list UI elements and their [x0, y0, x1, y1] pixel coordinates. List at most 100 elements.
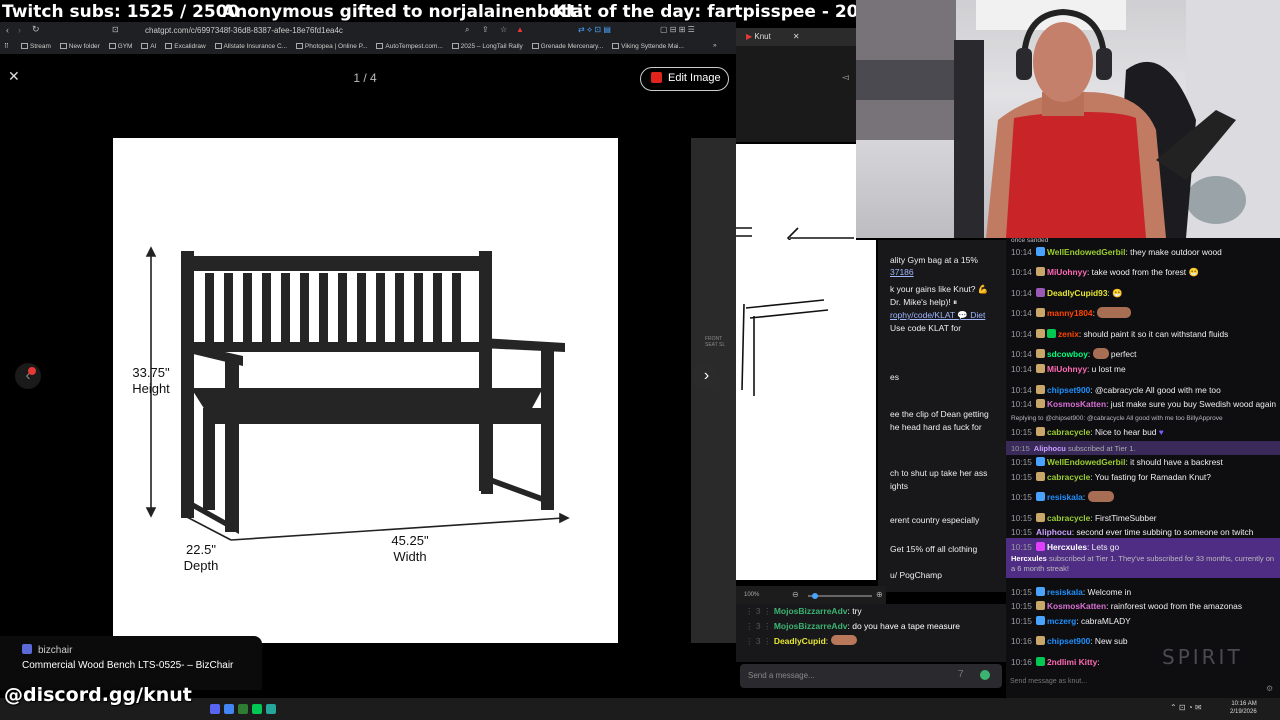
- mid-toolbar: ◅: [736, 46, 856, 142]
- forward-icon[interactable]: ›: [18, 25, 21, 35]
- extension-icon[interactable]: ▲: [516, 25, 524, 34]
- chat-message: 10:15 Aliphocu: second ever time subbing …: [1011, 527, 1254, 537]
- more-bookmarks-icon[interactable]: »: [713, 42, 717, 49]
- bookmark-item[interactable]: Viking Syttende Mai...: [612, 43, 684, 50]
- bookmark-item[interactable]: AutoTempest.com...: [376, 43, 443, 50]
- peek-label: FRONT SEAT SL: [705, 336, 726, 348]
- next-image-preview[interactable]: FRONT SEAT SL: [691, 138, 736, 643]
- share-icon[interactable]: ⇪: [482, 25, 489, 34]
- chat-fragment: Dr. Mike's help)! ⏸: [890, 297, 958, 307]
- reload-icon[interactable]: ↻: [32, 24, 40, 35]
- chat-message: 10:16 2ndlimi Kitty:: [1011, 657, 1100, 667]
- emote-icon: [830, 635, 857, 645]
- pdf-icon: [651, 72, 662, 83]
- chat-message: ⋮ 3 ⋮ DeadlyCupid:: [736, 634, 1006, 649]
- bookmark-star-icon[interactable]: ☆: [500, 25, 507, 34]
- chrome-icon: [224, 704, 234, 714]
- taskbar-apps[interactable]: [210, 698, 280, 719]
- streamer-video: [856, 0, 1280, 240]
- close-icon[interactable]: ✕: [8, 68, 20, 85]
- url-bar[interactable]: chatgpt.com/c/6997348f-36d8-8387-afee-18…: [145, 26, 343, 35]
- whiteboard-top: [736, 144, 856, 249]
- send-icon[interactable]: ◅: [842, 72, 849, 83]
- chat-message: 10:15 WellEndowedGerbil: it should have a…: [1011, 457, 1223, 467]
- bizchair-logo-icon: [22, 644, 32, 654]
- bookmark-item[interactable]: GYM: [108, 43, 132, 50]
- subs-goal: Twitch subs: 1525 / 2500: [2, 2, 240, 22]
- chat-fragment: es: [890, 372, 899, 382]
- 7tv-icon[interactable]: 7: [958, 669, 964, 680]
- width-value: 45.25": [391, 533, 429, 548]
- chat-message: 10:15 KosmosKatten: rainforest wood from …: [1011, 601, 1243, 611]
- next-image-button[interactable]: ›: [693, 363, 720, 390]
- chat-message: 10:14 KosmosKatten: just make sure you bu…: [1011, 399, 1277, 409]
- spirit-watermark: SPIRIT: [1162, 645, 1243, 669]
- chat-message: 10:15 resiskala:: [1011, 491, 1114, 504]
- toolbar-icons[interactable]: ▢ ⊟ ⊞ ☰: [660, 25, 695, 34]
- image-caption[interactable]: bizchair Commercial Wood Bench LTS-0525-…: [0, 636, 262, 690]
- sub-notice: 10:15 Aliphocu subscribed at Tier 1.: [1011, 444, 1136, 453]
- back-icon[interactable]: ‹: [6, 25, 9, 35]
- bookmark-item[interactable]: Allstate Insurance C...: [214, 43, 287, 50]
- webcam-feed: [856, 0, 1280, 240]
- browser-tab[interactable]: ▶ Knut ✕: [736, 28, 856, 46]
- chat-message: 10:14 zenix: should paint it so it can wi…: [1011, 329, 1229, 339]
- depth-label: Depth: [184, 558, 219, 573]
- chat-message: 10:14 sdcowboy: perfect: [1011, 348, 1137, 359]
- chat-message: ⋮ 3 ⋮ MojosBizzarreAdv: try: [745, 606, 862, 616]
- settings-gear-icon[interactable]: ⚙: [1266, 684, 1273, 693]
- bookmark-item[interactable]: Excalidraw: [165, 43, 206, 50]
- tab-close-icon: ✕: [792, 32, 800, 41]
- resub-notice: Hercxules subscribed at Tier 1. They've …: [1011, 554, 1275, 573]
- gift-alert: Anonymous gifted to norjalainenbotti: [222, 2, 583, 22]
- product-image: 33.75" Height 22.5" Depth 45.25" Width: [113, 138, 618, 643]
- image-viewer: ✕ 1 / 4 Edit Image ‹ 33.75" Height 22.5"…: [0, 54, 736, 694]
- chat-fragment: Get 15% off all clothing: [890, 544, 978, 554]
- chat-input[interactable]: Send message as knut...: [1010, 678, 1087, 685]
- bookmark-item[interactable]: AI: [141, 43, 156, 50]
- stream-ticker: Twitch subs: 1525 / 2500 Anonymous gifte…: [0, 0, 856, 24]
- search-icon[interactable]: ⌕: [465, 25, 469, 35]
- system-clock[interactable]: 10:16 AM 2/19/2026: [1230, 700, 1257, 716]
- discord-overlay: @discord.gg/knut: [4, 684, 192, 706]
- zoom-out-icon[interactable]: ⊖: [792, 590, 799, 599]
- record-indicator-icon: [28, 367, 36, 375]
- site-info-icon[interactable]: ⊡: [112, 25, 119, 34]
- bookmark-item[interactable]: 2025 – LongTail Rally: [451, 43, 523, 50]
- chat-message: 10:15 mczerg: cabraMLADY: [1011, 616, 1131, 626]
- extensions-icon[interactable]: ⇄ ⟡ ⊡ ▤: [578, 25, 611, 35]
- taskbar: ⌃ ⊡ ◔ ✉: [0, 698, 1280, 720]
- chat-fragment: k your gains like Knut? 💪: [890, 284, 989, 294]
- chat-message: 10:14 DeadlyCupid93: 😁: [1011, 288, 1123, 298]
- chat-fragment: ality Gym bag at a 15%: [890, 255, 978, 265]
- bookmark-item[interactable]: New folder: [59, 43, 100, 50]
- klat-of-day: Klat of the day: fartpisspee - 200: [553, 2, 856, 22]
- bookmarks-bar: ⠿ Stream New folder GYM AI Excalidraw Al…: [0, 40, 736, 54]
- chat-fragment: ights: [890, 481, 908, 491]
- zoom-slider-handle[interactable]: [812, 593, 818, 599]
- mid-chat-input[interactable]: Send a message... 7: [740, 664, 1002, 688]
- chat-message: 10:15 resiskala: Welcome in: [1011, 587, 1132, 597]
- previous-image-button[interactable]: ‹: [15, 363, 41, 389]
- chat-message: 10:15 cabracycle: FirstTimeSubber: [1011, 513, 1157, 523]
- chat-message: 10:14 chipset900: @cabracycle All good wi…: [1011, 385, 1221, 395]
- zoom-level[interactable]: 100%: [744, 592, 759, 598]
- chat-message: 10:15 cabracycle: You fasting for Ramadan…: [1011, 472, 1211, 482]
- chat-fragment: erent country especially: [890, 515, 980, 525]
- bookmark-item[interactable]: Photopea | Online P...: [295, 43, 368, 50]
- apps-icon[interactable]: ⠿: [4, 42, 9, 50]
- width-label: Width: [393, 549, 426, 564]
- zoom-in-icon[interactable]: ⊕: [876, 590, 883, 599]
- app-icon: [252, 704, 262, 714]
- edit-image-button[interactable]: Edit Image: [640, 67, 729, 91]
- emoji-icon[interactable]: [980, 670, 990, 680]
- chat-fragment: he head hard as fuck for: [890, 422, 982, 432]
- caption-title: Commercial Wood Bench LTS-0525- – BizCha…: [22, 660, 234, 671]
- bookmark-item[interactable]: Stream: [21, 43, 51, 50]
- whiteboard-bottom: [736, 235, 876, 580]
- bookmark-item[interactable]: Grenade Mercenary...: [531, 43, 603, 50]
- chat-fragment: rophy/code/KLAT 💬 Diet: [890, 310, 986, 320]
- height-value: 33.75": [132, 365, 170, 380]
- mid-chat-overlay: ality Gym bag at a 15% 37186 k your gain…: [878, 240, 1006, 592]
- tray-icons[interactable]: ⌃ ⊡ ◔ ✉: [1170, 703, 1202, 712]
